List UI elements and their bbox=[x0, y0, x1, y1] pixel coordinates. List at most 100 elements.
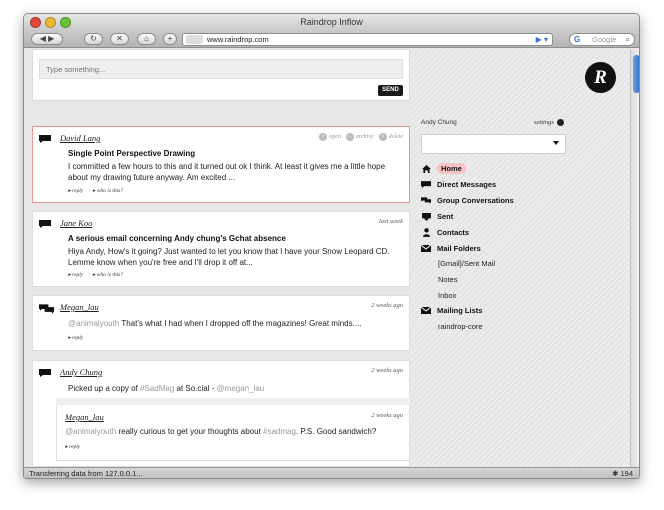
message-time: last week bbox=[378, 218, 403, 225]
house-icon: ⌂ bbox=[144, 34, 149, 43]
puzzle-icon: ✱ bbox=[612, 469, 619, 478]
chat-bubble-icon bbox=[39, 369, 51, 377]
archive-action[interactable]: − archive bbox=[345, 133, 374, 141]
message-body: I committed a few hours to this and it t… bbox=[68, 162, 386, 182]
bookmark-button[interactable]: + bbox=[163, 33, 177, 45]
address-bar[interactable]: www.raindrop.com ▶ ▾ bbox=[182, 33, 553, 46]
sidebar-item-mailing-lists[interactable]: Mailing Lists bbox=[421, 304, 601, 317]
message-subject: Single Point Perspective Drawing bbox=[68, 149, 196, 158]
window-title: Raindrop Inflow bbox=[300, 17, 363, 27]
delete-icon: × bbox=[378, 133, 387, 141]
contacts-icon bbox=[421, 228, 431, 237]
status-text: Transferring data from 127.0.0.1... bbox=[29, 469, 143, 478]
sidebar-item-contacts[interactable]: Contacts bbox=[421, 226, 601, 239]
settings-link[interactable]: settings bbox=[534, 119, 564, 126]
chat-bubble-icon bbox=[39, 220, 51, 228]
reply-time: 2 weeks ago bbox=[371, 412, 403, 419]
message-author[interactable]: Megan_lau bbox=[60, 302, 99, 312]
account-select[interactable] bbox=[421, 134, 566, 154]
message-links: ▸ reply ▸ who is this? bbox=[68, 272, 131, 278]
reply-link[interactable]: ▸ reply bbox=[68, 335, 83, 341]
address-text: www.raindrop.com bbox=[207, 35, 269, 44]
back-icon[interactable]: ◀ bbox=[40, 34, 46, 43]
plus-icon: + bbox=[167, 34, 173, 43]
message-card[interactable]: David Lang + open − archive × delete Single… bbox=[32, 126, 410, 203]
hashtag[interactable]: #SadMag bbox=[140, 384, 174, 393]
message-subject: A serious email concerning Andy chung's … bbox=[68, 234, 286, 243]
direct-messages-icon bbox=[421, 180, 431, 189]
message-author[interactable]: Jane Koo bbox=[60, 218, 92, 228]
send-button[interactable]: SEND bbox=[378, 85, 403, 96]
raindrop-logo: R bbox=[585, 62, 616, 93]
folder-item[interactable]: Notes bbox=[438, 275, 458, 284]
sidebar-item-sent[interactable]: Sent bbox=[421, 210, 601, 223]
folder-item[interactable]: [Gmail]/Sent Mail bbox=[438, 259, 495, 268]
message-card[interactable]: Megan_lau 2 weeks ago @animalyouth That'… bbox=[32, 295, 410, 351]
search-placeholder: Google bbox=[592, 35, 617, 44]
reply-body: @animalyouth really curious to get your … bbox=[65, 427, 377, 436]
stop-icon: ✕ bbox=[116, 34, 123, 43]
reply-link[interactable]: ▸ reply bbox=[65, 444, 80, 450]
window-controls bbox=[30, 17, 71, 28]
gear-icon bbox=[556, 119, 564, 126]
browser-toolbar: ◀ ▶ ↻ ✕ ⌂ + www.raindrop.com ▶ ▾ G Googl… bbox=[24, 31, 639, 48]
back-forward-buttons[interactable]: ◀ ▶ bbox=[31, 33, 63, 45]
chevron-down-icon bbox=[553, 141, 559, 145]
status-bar: Transferring data from 127.0.0.1... ✱ 19… bbox=[24, 467, 639, 478]
reload-button[interactable]: ↻ bbox=[84, 33, 103, 45]
open-action[interactable]: + open bbox=[319, 133, 341, 141]
message-actions: + open − archive × delete bbox=[319, 133, 403, 141]
user-handle[interactable]: @animalyouth bbox=[65, 427, 116, 436]
sidebar-item-group-conversations[interactable]: Group Conversations bbox=[421, 194, 601, 207]
message-author[interactable]: David Lang bbox=[60, 133, 100, 143]
message-author[interactable]: Andy Chung bbox=[60, 367, 102, 377]
maximize-window-button[interactable] bbox=[60, 17, 71, 28]
status-count: 194 bbox=[620, 469, 633, 478]
user-handle[interactable]: @megan_lau bbox=[217, 384, 265, 393]
hashtag[interactable]: #sadmag bbox=[263, 427, 296, 436]
group-conversations-icon bbox=[421, 196, 431, 205]
scroll-thumb[interactable] bbox=[633, 55, 639, 93]
home-button[interactable]: ⌂ bbox=[137, 33, 156, 45]
vertical-scrollbar[interactable] bbox=[630, 49, 639, 467]
home-icon bbox=[421, 164, 431, 173]
stop-button[interactable]: ✕ bbox=[110, 33, 129, 45]
magnifier-icon[interactable]: ⌕ bbox=[626, 34, 630, 45]
who-is-this-link[interactable]: ▸ who is this? bbox=[93, 188, 123, 194]
who-is-this-link[interactable]: ▸ who is this? bbox=[93, 272, 123, 278]
reply-card[interactable]: Megan_lau 2 weeks ago @animalyouth reall… bbox=[56, 398, 410, 461]
delete-action[interactable]: × delete bbox=[378, 133, 403, 141]
message-card[interactable]: Jane Koo last week A serious email conce… bbox=[32, 211, 410, 287]
title-bar: Raindrop Inflow bbox=[24, 14, 639, 31]
folder-item[interactable]: Inbox bbox=[438, 291, 456, 300]
browser-window: Raindrop Inflow ◀ ▶ ↻ ✕ ⌂ + www.raindrop… bbox=[23, 13, 640, 479]
close-window-button[interactable] bbox=[30, 17, 41, 28]
sidebar-item-home[interactable]: Home bbox=[421, 162, 601, 175]
compose-input[interactable] bbox=[39, 59, 403, 79]
reply-link[interactable]: ▸ reply bbox=[68, 188, 83, 194]
go-icon[interactable]: ▶ ▾ bbox=[536, 34, 548, 45]
open-icon: + bbox=[319, 133, 328, 141]
reply-author[interactable]: Megan_lau bbox=[65, 412, 104, 422]
chat-bubble-icon bbox=[39, 135, 51, 143]
sidebar-item-mail-folders[interactable]: Mail Folders bbox=[421, 242, 601, 255]
reload-icon: ↻ bbox=[90, 34, 97, 43]
minimize-window-button[interactable] bbox=[45, 17, 56, 28]
mail-folders-icon bbox=[421, 244, 431, 253]
user-handle[interactable]: @animalyouth bbox=[68, 319, 119, 328]
message-body: Hiya Andy, How's it going? Just wanted t… bbox=[68, 247, 390, 267]
account-name: Andy Chung bbox=[421, 119, 457, 126]
sidebar-item-direct-messages[interactable]: Direct Messages bbox=[421, 178, 601, 191]
reply-link[interactable]: ▸ reply bbox=[68, 272, 83, 278]
mailing-list-item[interactable]: raindrop-core bbox=[438, 322, 483, 331]
mailing-lists-icon bbox=[421, 306, 431, 315]
message-links: ▸ reply ▸ who is this? bbox=[68, 188, 131, 194]
search-field[interactable]: G Google ⌕ bbox=[569, 33, 635, 46]
site-icon bbox=[186, 35, 203, 44]
message-time: 2 weeks ago bbox=[371, 367, 403, 374]
forward-icon[interactable]: ▶ bbox=[48, 34, 54, 43]
message-links: ▸ reply bbox=[68, 335, 91, 341]
compose-box: SEND bbox=[32, 49, 410, 101]
sent-icon bbox=[421, 212, 431, 221]
google-icon: G bbox=[574, 35, 581, 44]
